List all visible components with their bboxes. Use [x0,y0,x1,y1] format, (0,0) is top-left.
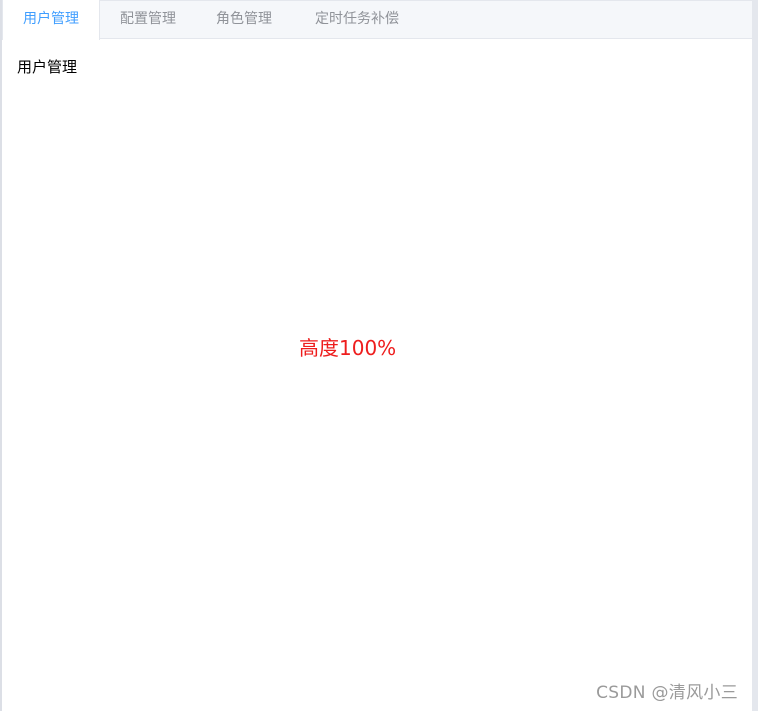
watermark: CSDN @清风小三 [596,683,738,703]
panel-title: 用户管理 [17,58,78,76]
height-label: 高度100% [299,336,397,360]
tab-role-management[interactable]: 角色管理 [196,0,292,39]
tabs-container: 用户管理 配置管理 角色管理 定时任务补偿 用户管理 高度100% CSDN @… [0,0,758,711]
tabs-header: 用户管理 配置管理 角色管理 定时任务补偿 [2,0,752,40]
tab-user-management[interactable]: 用户管理 [2,0,100,40]
tab-content-panel: 用户管理 高度100% [2,39,752,711]
tab-scheduled-task-compensation[interactable]: 定时任务补偿 [292,0,422,39]
tab-config-management[interactable]: 配置管理 [100,0,196,39]
